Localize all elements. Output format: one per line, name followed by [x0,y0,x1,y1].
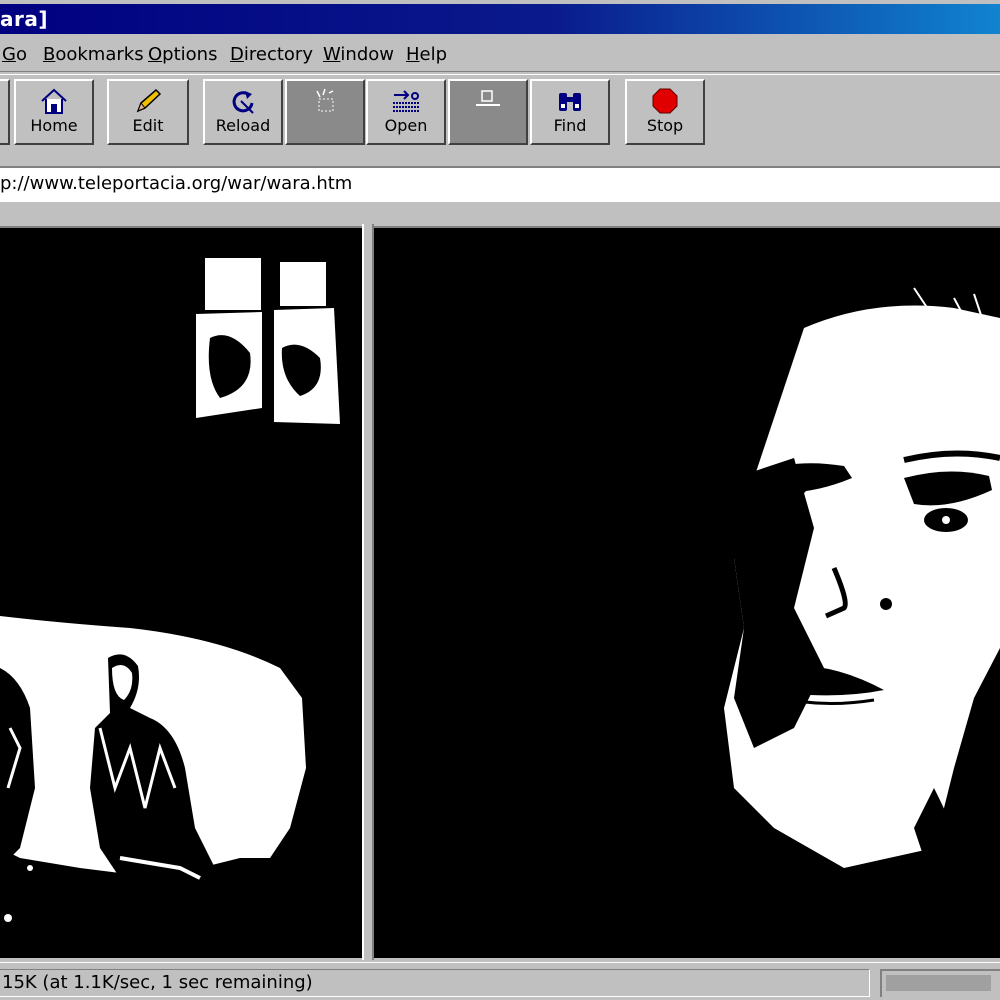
menu-go[interactable]: Go [2,44,27,65]
stop-label: Stop [646,116,684,135]
open-icon [393,90,419,112]
home-label: Home [30,116,78,135]
home-button[interactable]: Home [14,79,94,145]
reload-label: Reload [215,116,271,135]
status-text: 15K (at 1.1K/sec, 1 sec remaining) [0,969,870,997]
home-icon [41,88,67,114]
progress-fill [886,975,991,991]
images-button[interactable] [285,79,365,145]
images-icon [316,88,334,112]
location-field[interactable]: p://www.teleportacia.org/war/wara.htm [0,166,1000,202]
binoculars-icon [559,93,581,111]
status-bar: 15K (at 1.1K/sec, 1 sec remaining) [0,962,1000,1000]
right-frame[interactable] [374,226,1000,958]
stop-icon [652,88,678,114]
stop-button[interactable]: Stop [625,79,705,145]
print-button[interactable] [448,79,528,145]
left-frame[interactable] [0,226,362,958]
left-frame-image [0,228,362,958]
reload-icon [232,91,254,114]
menu-window[interactable]: Window [323,44,394,65]
find-label: Find [553,116,587,135]
menu-bookmarks[interactable]: Bookmarks [43,44,144,65]
location-url: p://www.teleportacia.org/war/wara.htm [0,173,353,194]
edit-button[interactable]: Edit [107,79,189,145]
pencil-icon [136,88,162,113]
title-bar[interactable]: ara] [0,0,1000,34]
print-icon [476,90,500,106]
open-button[interactable]: Open [366,79,446,145]
navigation-toolbar: Home Edit Reload Open Find Stop [0,74,1000,154]
back-button[interactable] [0,79,10,145]
open-label: Open [384,116,428,135]
download-progress-bar [880,969,1000,997]
edit-label: Edit [132,116,164,135]
frame-divider[interactable] [362,224,374,960]
menu-help[interactable]: Help [406,44,447,65]
menu-options[interactable]: Options [148,44,217,65]
menu-directory[interactable]: Directory [230,44,313,65]
right-frame-image [374,228,1000,958]
menu-bar: Go Bookmarks Options Directory Window He… [0,40,1000,72]
reload-button[interactable]: Reload [203,79,283,145]
find-button[interactable]: Find [530,79,610,145]
window-title: ara] [0,7,48,31]
